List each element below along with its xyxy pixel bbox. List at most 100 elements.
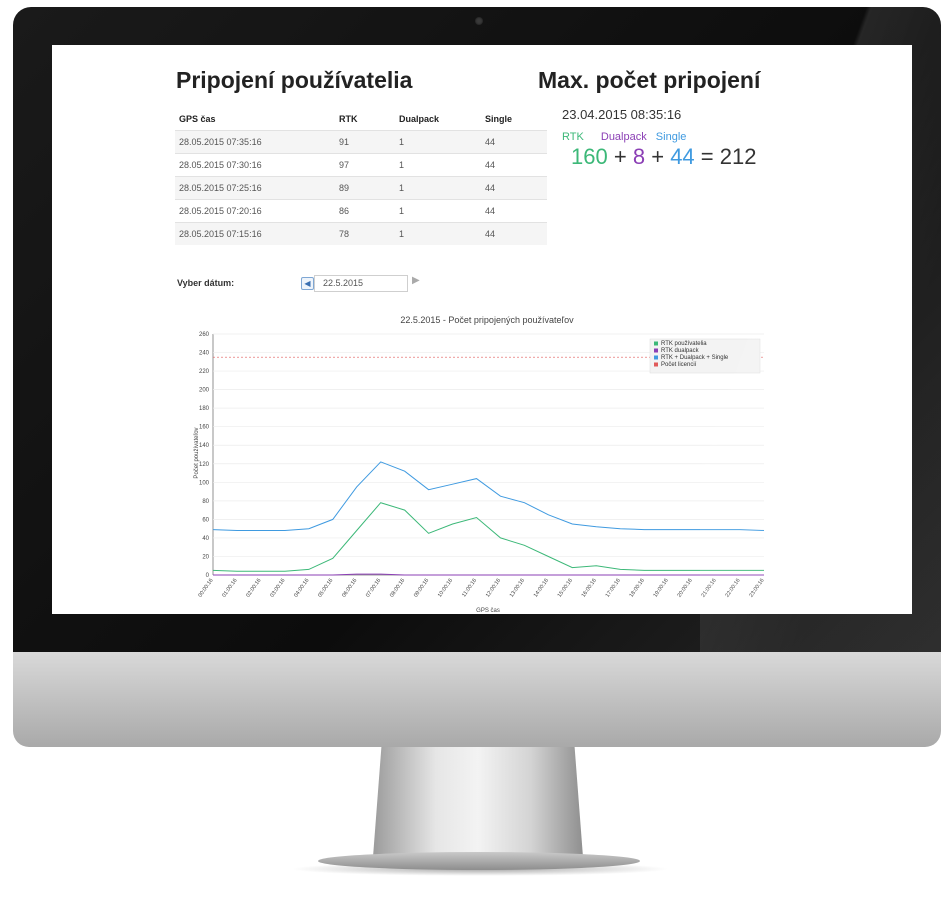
label-single: Single: [655, 131, 687, 143]
value-dualpack: 8: [632, 144, 646, 169]
cell-rtk: 89: [339, 183, 350, 193]
chart-legend-label: RTK + Dualpack + Single: [661, 355, 729, 361]
chart-y-tick-label: 260: [199, 332, 210, 338]
chart-legend-label: RTK používatelia: [661, 341, 707, 347]
cell-single: 44: [485, 229, 496, 239]
chart-y-tick-label: 200: [199, 388, 210, 394]
label-dualpack: Dualpack: [600, 131, 647, 143]
monitor-base: [318, 852, 640, 870]
cell-single: 44: [485, 183, 496, 193]
chart-x-tick-label: 20:00:16: [677, 578, 694, 599]
chart-legend-swatch: [654, 341, 658, 346]
chart-y-tick-label: 220: [199, 369, 210, 375]
chart-x-tick-label: 03:00:16: [269, 578, 286, 599]
table-row: 28.05.2015 07:35:16 91 1 44: [175, 130, 547, 153]
chart-y-axis-label: Počet používateľov: [194, 427, 200, 478]
table-row: 28.05.2015 07:15:16 78 1 44: [175, 222, 547, 245]
table-row: 28.05.2015 07:30:16 97 1 44: [175, 153, 547, 176]
chart-x-tick-label: 06:00:16: [341, 578, 358, 599]
chart-x-tick-label: 19:00:16: [653, 578, 670, 599]
chart-x-tick-label: 10:00:16: [437, 578, 454, 599]
max-connections-sum: 160 + 8 + 44 = 212: [571, 144, 757, 170]
chart-y-tick-label: 120: [199, 462, 210, 468]
plus-sign: +: [651, 144, 665, 169]
equals-sign: =: [700, 144, 714, 169]
cell-rtk: 91: [339, 137, 350, 147]
chart-x-tick-label: 07:00:16: [365, 578, 382, 599]
chart-x-tick-label: 23:00:16: [748, 578, 765, 599]
plus-sign: +: [613, 144, 627, 169]
users-title: Pripojení používatelia: [176, 67, 413, 93]
connections-table: GPS čas RTK Dualpack Single 28.05.2015 0…: [175, 108, 547, 245]
chevron-right-icon: ▶: [412, 275, 420, 286]
chart-series-line: [212, 502, 764, 572]
chart-x-tick-label: 05:00:16: [317, 578, 334, 599]
table-header: GPS čas RTK Dualpack Single: [175, 108, 547, 130]
chart-y-ticks: 020406080100120140160180200220240260: [199, 332, 210, 579]
next-day-button[interactable]: ▶: [412, 275, 420, 286]
chart-x-tick-label: 14:00:16: [533, 578, 550, 599]
users-line-chart: 22.5.2015 - Počet pripojených používateľ…: [194, 315, 766, 614]
chart-legend-label: RTK dualpack: [661, 348, 700, 354]
max-connections-labels: RTK Dualpack Single: [562, 131, 686, 143]
cell-single: 44: [485, 160, 496, 170]
chart-x-tick-label: 16:00:16: [581, 578, 598, 599]
chart-x-tick-label: 17:00:16: [605, 578, 622, 599]
table-row: 28.05.2015 07:20:16 86 1 44: [175, 199, 547, 222]
chart-y-tick-label: 60: [202, 517, 209, 523]
chart-x-tick-label: 09:00:16: [413, 578, 430, 599]
cell-single: 44: [485, 137, 496, 147]
chart-y-tick-label: 240: [199, 351, 210, 357]
cell-dualpack: 1: [399, 137, 405, 147]
value-total: 212: [719, 144, 757, 169]
table-row: 28.05.2015 07:25:16 89 1 44: [175, 176, 547, 199]
chart-y-tick-label: 20: [202, 554, 209, 560]
chart-x-axis-label: GPS čas: [476, 608, 500, 614]
chart-x-tick-label: 11:00:16: [461, 578, 478, 599]
chart-legend: RTK používateliaRTK dualpackRTK + Dualpa…: [649, 338, 761, 374]
max-connections-title: Max. počet pripojení: [538, 67, 761, 93]
chart-x-tick-label: 00:00:16: [197, 578, 214, 599]
chart-legend-label: Počet licencií: [661, 362, 697, 368]
cell-single: 44: [485, 206, 496, 216]
chart-y-tick-label: 80: [202, 499, 209, 505]
chart-x-tick-label: 01:00:16: [221, 578, 238, 599]
header-rtk: RTK: [339, 114, 358, 124]
cell-dualpack: 1: [399, 229, 405, 239]
cell-time: 28.05.2015 07:25:16: [179, 183, 262, 193]
cell-dualpack: 1: [399, 160, 405, 170]
chart-y-tick-label: 100: [199, 480, 210, 486]
chart-series-line: [213, 573, 764, 576]
cell-time: 28.05.2015 07:30:16: [179, 160, 262, 170]
chart-x-tick-label: 04:00:16: [293, 578, 310, 599]
cell-rtk: 86: [339, 206, 350, 216]
value-rtk: 160: [571, 144, 608, 169]
chart-legend-swatch: [654, 348, 658, 353]
monitor-stand: [373, 747, 583, 857]
cell-time: 28.05.2015 07:15:16: [179, 229, 262, 239]
cell-time: 28.05.2015 07:35:16: [179, 137, 262, 147]
chart-x-tick-label: 18:00:16: [629, 578, 646, 599]
cell-rtk: 97: [339, 160, 350, 170]
chart-legend-swatch: [654, 362, 658, 367]
chart-x-tick-label: 22:00:16: [724, 578, 741, 599]
chart-y-tick-label: 40: [202, 536, 209, 542]
chevron-left-icon: ◀: [304, 279, 311, 288]
cell-time: 28.05.2015 07:20:16: [179, 206, 262, 216]
chart-x-tick-label: 02:00:16: [245, 578, 262, 599]
chart-x-tick-label: 12:00:16: [485, 578, 502, 599]
date-input[interactable]: 22.5.2015: [314, 275, 408, 292]
app-screen: Pripojení používatelia Max. počet pripoj…: [52, 45, 912, 614]
chart-y-tick-label: 180: [199, 406, 210, 412]
monitor-chin: [13, 652, 941, 747]
chart-y-tick-label: 160: [199, 425, 210, 431]
header-single: Single: [485, 114, 513, 124]
chart-x-ticks: 00:00:16 01:00:16 02:00:16 03:00:16 04:00:16…: [197, 578, 765, 599]
prev-day-button[interactable]: ◀: [301, 277, 314, 290]
label-rtk: RTK: [562, 131, 584, 143]
chart-series-line: [212, 461, 765, 531]
cell-dualpack: 1: [399, 206, 405, 216]
cell-dualpack: 1: [399, 183, 405, 193]
value-single: 44: [670, 144, 695, 169]
chart-x-tick-label: 08:00:16: [389, 578, 406, 599]
